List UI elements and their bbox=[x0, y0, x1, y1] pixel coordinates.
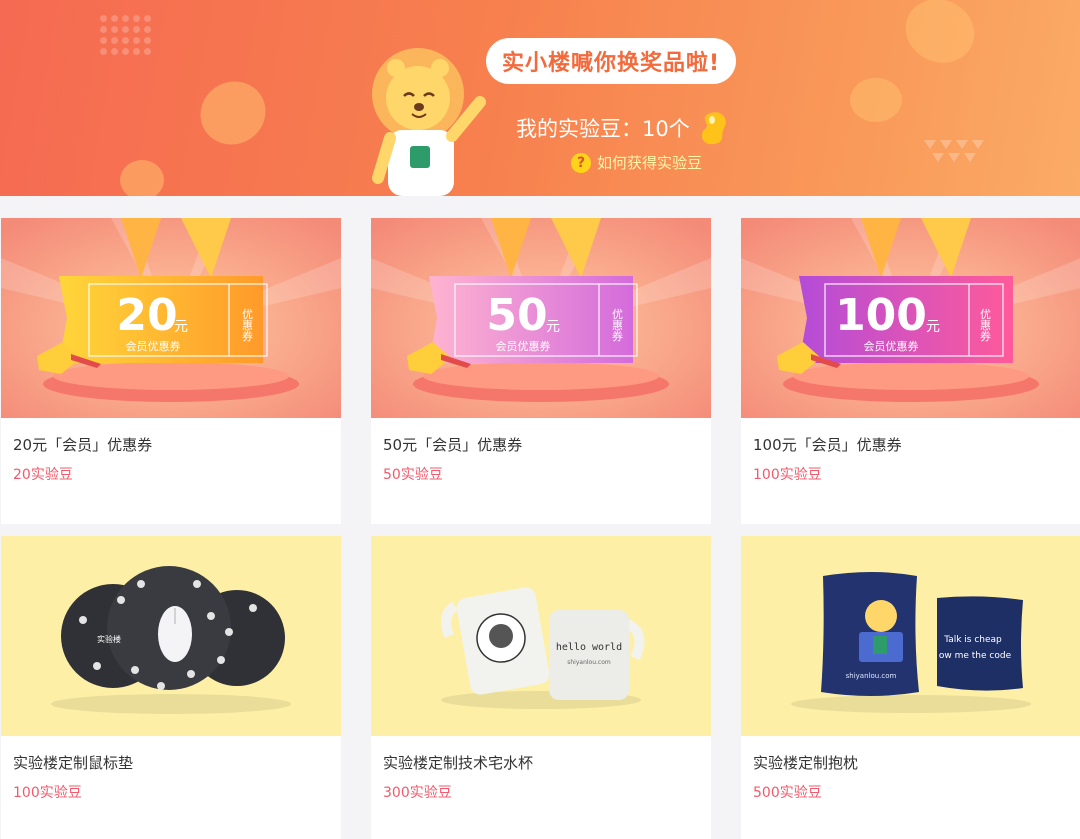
mug-url: shiyanlou.com bbox=[567, 659, 611, 666]
product-card-mousepad[interactable]: 实验楼 实验楼定制鼠标垫 100实验豆 bbox=[1, 536, 341, 839]
product-price: 500实验豆 bbox=[753, 785, 822, 801]
mug-right bbox=[549, 610, 629, 700]
dot-pattern bbox=[100, 15, 151, 55]
speech-bubble: 实小楼喊你换奖品啦! bbox=[486, 38, 737, 84]
product-title: 实验楼定制技术宅水杯 bbox=[383, 754, 534, 772]
coupon-amount: 50 bbox=[486, 290, 547, 341]
coupon-subtitle: 会员优惠券 bbox=[126, 339, 181, 353]
triangle-decoration bbox=[956, 140, 968, 149]
coupon-unit: 元 bbox=[926, 319, 940, 335]
triangle-decoration bbox=[924, 140, 936, 149]
bean-decoration bbox=[188, 69, 278, 157]
coupon-subtitle: 会员优惠券 bbox=[864, 339, 919, 353]
product-card-mug[interactable]: hello world shiyanlou.com 实验楼定制技术宅水杯 300… bbox=[371, 536, 711, 839]
coupon-unit: 元 bbox=[174, 319, 188, 335]
product-title: 20元「会员」优惠券 bbox=[13, 436, 153, 454]
product-card-coupon-100[interactable]: 100 元 会员优惠券 优惠券 100元「会员」优惠券 100实验豆 bbox=[741, 218, 1080, 524]
coupon-image: 100 元 会员优惠券 优惠券 bbox=[741, 218, 1080, 418]
mousepad-logo: 实验楼 bbox=[97, 634, 121, 644]
my-beans-count: 我的实验豆：10个 bbox=[516, 110, 728, 146]
product-title: 实验楼定制鼠标垫 bbox=[13, 754, 134, 772]
mug-text: hello world bbox=[556, 642, 622, 653]
pillow-slogan-2: ow me the code bbox=[939, 651, 1012, 661]
mousepad-image: 实验楼 bbox=[1, 536, 341, 736]
product-price: 50实验豆 bbox=[383, 467, 443, 483]
triangle-decoration bbox=[972, 140, 984, 149]
coupon-tag: 优惠券 bbox=[611, 308, 624, 341]
coupon-amount: 100 bbox=[835, 290, 927, 341]
coupon-amount: 20 bbox=[116, 290, 177, 341]
triangle-decoration bbox=[932, 153, 944, 162]
question-icon: ? bbox=[571, 152, 591, 173]
product-card-pillow[interactable]: shiyanlou.com Talk is cheap ow me the co… bbox=[741, 536, 1080, 839]
product-title: 50元「会员」优惠券 bbox=[383, 436, 523, 454]
coupon-image: 20 元 会员优惠券 优惠券 bbox=[1, 218, 341, 418]
bean-decoration bbox=[850, 78, 902, 122]
product-price: 20实验豆 bbox=[13, 467, 73, 483]
product-card-coupon-20[interactable]: 20 元 会员优惠券 优惠券 20元「会员」优惠券 20实验豆 bbox=[1, 218, 341, 524]
coupon-image: 50 元 会员优惠券 优惠券 bbox=[371, 218, 711, 418]
product-card-coupon-50[interactable]: 50 元 会员优惠券 优惠券 50元「会员」优惠券 50实验豆 bbox=[371, 218, 711, 524]
pillow-image: shiyanlou.com Talk is cheap ow me the co… bbox=[741, 536, 1080, 736]
how-to-get-beans-label: 如何获得实验豆 bbox=[597, 154, 703, 172]
product-price: 100实验豆 bbox=[753, 467, 822, 483]
coupon-tag: 优惠券 bbox=[979, 308, 992, 341]
header-banner: 实小楼喊你换奖品啦! 我的实验豆：10个 ? 如何获得实验豆 bbox=[0, 0, 1080, 196]
pillow-url: shiyanlou.com bbox=[846, 672, 897, 680]
mug-image: hello world shiyanlou.com bbox=[371, 536, 711, 736]
coupon-tag: 优惠券 bbox=[241, 308, 254, 341]
my-beans-label: 我的实验豆：10个 bbox=[516, 117, 690, 141]
triangle-decoration bbox=[940, 140, 952, 149]
pillow-slogan-1: Talk is cheap bbox=[943, 635, 1002, 645]
triangle-decoration bbox=[964, 153, 976, 162]
product-title: 实验楼定制抱枕 bbox=[753, 754, 859, 772]
triangle-decoration bbox=[948, 153, 960, 162]
product-price: 300实验豆 bbox=[383, 785, 452, 801]
product-price: 100实验豆 bbox=[13, 785, 82, 801]
coupon-subtitle: 会员优惠券 bbox=[496, 339, 551, 353]
bean-decoration bbox=[120, 160, 164, 196]
how-to-get-beans-link[interactable]: ? 如何获得实验豆 bbox=[571, 152, 702, 173]
bean-decoration bbox=[895, 0, 985, 74]
coupon-unit: 元 bbox=[546, 319, 560, 335]
bean-icon bbox=[701, 112, 726, 145]
product-title: 100元「会员」优惠券 bbox=[753, 436, 902, 454]
